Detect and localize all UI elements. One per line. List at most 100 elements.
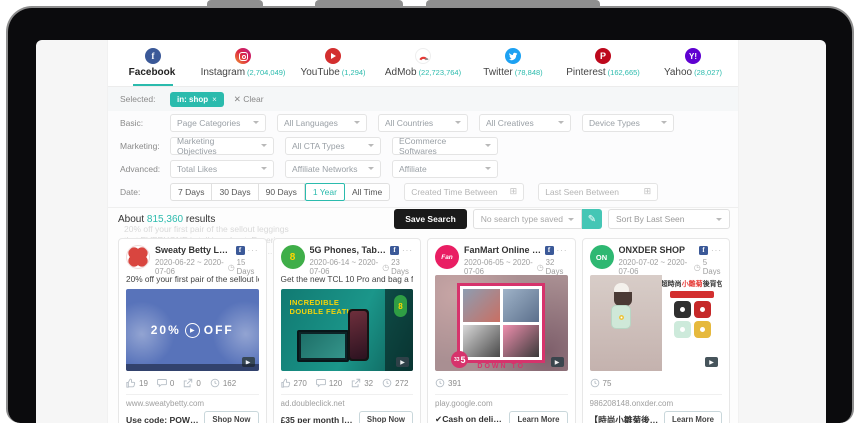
tab-youtube[interactable]: YouTube(1,294) [288,40,378,86]
chevron-down-icon [455,121,461,124]
tab-pinterest[interactable]: P Pinterest(162,665) [558,40,648,86]
tab-yahoo[interactable]: Y! Yahoo(28,027) [648,40,738,86]
app-screen: f Facebook Instagram(2,704,049) YouTube(… [36,40,826,423]
affiliate-networks-dropdown[interactable]: Affiliate Networks [285,160,381,178]
model-photo [590,275,663,371]
play-icon[interactable]: ▶ [185,323,200,338]
affiliate-dropdown[interactable]: Affiliate [392,160,498,178]
sort-select[interactable]: Sort By Last Seen [608,209,730,229]
ad-domain[interactable]: ad.doubleclick.net [281,399,414,408]
chevron-down-icon [261,167,267,170]
creative-text: DOWN TO [435,363,568,370]
cta-types-dropdown[interactable]: All CTA Types [285,137,381,155]
like-count: 270 [294,379,307,388]
ad-domain[interactable]: 986208148.onxder.com [590,399,723,408]
save-search-button[interactable]: Save Search [394,209,467,229]
tab-label: Twitter [483,67,512,78]
device-types-dropdown[interactable]: Device Types [582,114,674,132]
languages-dropdown[interactable]: All Languages [277,114,367,132]
results-count: About 815,360 results [118,214,215,225]
ad-creative-image[interactable]: 20% ▶ OFF ▶ [126,289,259,371]
clear-x-icon: ✕ [234,94,241,104]
ad-card[interactable]: Sweaty Betty London | Wom... f ··· 2020-… [118,238,267,423]
tab-admob[interactable]: AdMob(22,723,764) [378,40,468,86]
ad-domain[interactable]: play.google.com [435,399,568,408]
comment-count: 120 [329,379,342,388]
cta-button[interactable]: Learn More [509,411,567,423]
marketing-objectives-dropdown[interactable]: Marketing Objectives [170,137,274,155]
phone-graphic [348,309,369,361]
clock-icon: ◷ [382,263,389,272]
comment-count: 0 [170,379,174,388]
tab-facebook[interactable]: f Facebook [108,40,198,86]
creative-text: 20% [151,323,181,337]
more-menu-icon[interactable]: ··· [711,246,722,255]
chevron-down-icon [354,121,360,124]
ad-date-range: 2020-06-05 ~ 2020-07-06 [464,258,537,276]
marketing-label: Marketing: [120,141,170,151]
remove-chip-icon[interactable]: × [212,95,217,104]
calendar-icon: ⊞ [510,186,518,197]
date-range-all-time[interactable]: All Time [345,183,390,201]
advertiser-name[interactable]: 5G Phones, Tablets & SIMs | ... [310,245,388,255]
more-menu-icon[interactable]: ··· [402,246,413,255]
clock-icon: ◷ [694,263,701,272]
ad-creative-image[interactable]: 335 DOWN TO ▶ [435,275,568,371]
tab-twitter[interactable]: Twitter(78,848) [468,40,558,86]
ad-creative-image[interactable]: 超時尚小雛菊後背包 ▶ [590,275,723,371]
last-seen-input[interactable]: Last Seen Between⊞ [538,183,658,201]
edit-saved-search-button[interactable]: ✎ [582,209,602,229]
ad-card[interactable]: Fan FanMart Online Shopping - F... f ···… [427,238,576,423]
creatives-dropdown[interactable]: All Creatives [479,114,571,132]
ad-stats: 19 0 0 162 [126,377,259,389]
facebook-badge-icon: f [236,246,245,255]
advertiser-name[interactable]: Sweaty Betty London | Wom... [155,245,233,255]
instagram-icon [235,48,251,64]
clear-filters-link[interactable]: ✕ Clear [234,94,264,105]
marketing-filter-row: Marketing: Marketing Objectives All CTA … [108,134,738,157]
ecommerce-softwares-dropdown[interactable]: ECommerce Softwares [392,137,498,155]
cta-button[interactable]: Shop Now [359,411,413,423]
chevron-down-icon [261,144,267,147]
advanced-label: Advanced: [120,164,170,174]
ad-domain[interactable]: www.sweatybetty.com [126,399,259,408]
cta-button[interactable]: Shop Now [204,411,258,423]
total-likes-dropdown[interactable]: Total Likes [170,160,274,178]
facebook-badge-icon: f [699,246,708,255]
ad-stats: 391 [435,377,568,389]
created-time-input[interactable]: Created Time Between⊞ [404,183,524,201]
date-filter-row: Date: 7 Days 30 Days 90 Days 1 Year All … [108,180,738,203]
date-range-1-year[interactable]: 1 Year [305,183,345,201]
ad-card[interactable]: ON ONXDER SHOP f ··· 2020-07-02 ~ 2020-0… [582,238,731,423]
saved-search-select[interactable]: No search type saved [473,209,582,229]
cta-button[interactable]: Learn More [664,411,722,423]
tab-instagram[interactable]: Instagram(2,704,049) [198,40,288,86]
countries-dropdown[interactable]: All Countries [378,114,468,132]
chevron-down-icon [716,218,722,221]
like-count: 19 [139,379,148,388]
chevron-down-icon [253,121,259,124]
heat-count: 75 [603,379,612,388]
video-icon: ▶ [705,357,718,367]
advertiser-name[interactable]: FanMart Online Shopping - F... [464,245,542,255]
advertiser-name[interactable]: ONXDER SHOP [619,245,697,255]
tab-label: Pinterest [566,67,605,78]
pinterest-icon: P [595,48,611,64]
ad-card[interactable]: 8 5G Phones, Tablets & SIMs | ... f ··· … [273,238,422,423]
more-menu-icon[interactable]: ··· [248,246,259,255]
selected-label: Selected: [120,94,170,104]
page-categories-dropdown[interactable]: Page Categories [170,114,266,132]
results-number: 815,360 [147,214,183,225]
ad-duration: 5 Days [703,258,722,276]
filter-panel: Selected: in: shop × ✕ Clear Basic: Page… [108,87,738,208]
tab-count: (78,848) [515,68,543,77]
date-range-90-days[interactable]: 90 Days [259,183,305,201]
more-menu-icon[interactable]: ··· [557,246,568,255]
facebook-badge-icon: f [390,246,399,255]
filter-chip-in-shop[interactable]: in: shop × [170,92,224,107]
date-range-7-days[interactable]: 7 Days [170,183,212,201]
date-range-30-days[interactable]: 30 Days [212,183,258,201]
advertiser-avatar: Fan [435,245,459,269]
ad-creative-image[interactable]: Incredible Double Feature 8 ▶ [281,289,414,371]
ad-title: ✔Cash on delivery ✔ Days fr... [435,414,505,423]
